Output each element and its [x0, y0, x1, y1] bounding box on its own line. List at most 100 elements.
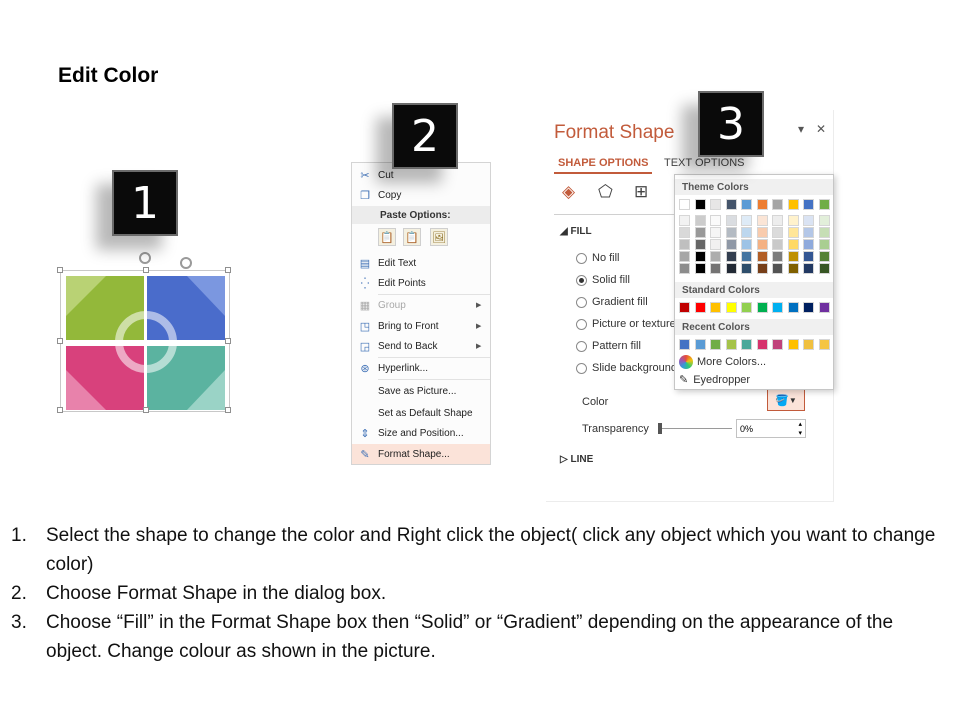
theme-color-swatch[interactable] [818, 215, 830, 226]
recent-color-swatch[interactable] [725, 339, 737, 350]
menu-item-format-shape[interactable]: ✎ Format Shape... [352, 444, 490, 464]
theme-color-swatch[interactable] [710, 227, 721, 238]
resize-handle[interactable] [225, 407, 231, 413]
menu-item-size-and-position[interactable]: ⇕ Size and Position... [352, 423, 490, 443]
theme-color-swatch[interactable] [818, 251, 830, 262]
size-properties-icon[interactable]: ⊞ [634, 182, 648, 202]
recent-color-swatch[interactable] [756, 339, 768, 350]
theme-color-swatch[interactable] [741, 227, 752, 238]
menu-item-hyperlink[interactable]: ⊛ Hyperlink... [352, 358, 490, 378]
effects-icon[interactable]: ⬠ [598, 182, 613, 202]
theme-color-swatch[interactable] [741, 251, 752, 262]
theme-color-swatch[interactable] [787, 215, 799, 226]
theme-color-swatch[interactable] [710, 239, 721, 250]
theme-color-swatch[interactable] [710, 251, 721, 262]
theme-color-swatch[interactable] [756, 251, 768, 262]
recent-color-swatch[interactable] [803, 339, 814, 350]
standard-color-swatch[interactable] [710, 302, 721, 313]
theme-color-swatch[interactable] [725, 215, 737, 226]
eyedropper-button[interactable]: ✎ Eyedropper [679, 373, 750, 387]
theme-color-swatch[interactable] [679, 239, 690, 250]
theme-color-swatch[interactable] [679, 199, 690, 210]
resize-handle[interactable] [225, 267, 231, 273]
theme-color-swatch[interactable] [756, 199, 768, 210]
fill-section-header[interactable]: ◢ FILL [560, 226, 592, 237]
theme-color-swatch[interactable] [710, 263, 721, 274]
shape-group-selection[interactable] [57, 267, 231, 413]
recent-color-swatch[interactable] [818, 339, 830, 350]
theme-color-swatch[interactable] [694, 251, 706, 262]
theme-color-swatch[interactable] [787, 263, 799, 274]
resize-handle[interactable] [225, 338, 231, 344]
rotate-handle-icon[interactable] [180, 257, 192, 269]
pane-options-icon[interactable]: ▾ [798, 122, 804, 136]
menu-item-edit-text[interactable]: ▤ Edit Text [352, 253, 490, 273]
theme-color-swatch[interactable] [772, 215, 783, 226]
theme-color-swatch[interactable] [818, 199, 830, 210]
recent-color-swatch[interactable] [741, 339, 752, 350]
theme-color-swatch[interactable] [772, 199, 783, 210]
theme-color-swatch[interactable] [741, 263, 752, 274]
menu-item-bring-to-front[interactable]: ◳ Bring to Front ▶ [352, 316, 490, 336]
theme-color-swatch[interactable] [787, 227, 799, 238]
standard-color-swatch[interactable] [725, 302, 737, 313]
more-colors-button[interactable]: More Colors... [679, 355, 766, 369]
spinner-icon[interactable]: ▴ ▾ [798, 420, 802, 438]
theme-color-swatch[interactable] [772, 227, 783, 238]
theme-color-swatch[interactable] [803, 199, 814, 210]
slider-thumb[interactable] [658, 423, 662, 434]
standard-color-swatch[interactable] [787, 302, 799, 313]
menu-item-copy[interactable]: ❐ Copy [352, 185, 490, 205]
transparency-slider[interactable] [660, 428, 732, 429]
resize-handle[interactable] [143, 267, 149, 273]
theme-color-swatch[interactable] [725, 251, 737, 262]
theme-color-swatch[interactable] [741, 215, 752, 226]
theme-color-swatch[interactable] [803, 251, 814, 262]
radio-button[interactable] [576, 318, 587, 330]
menu-item-edit-points[interactable]: ⁛ Edit Points [352, 273, 490, 293]
recent-color-swatch[interactable] [772, 339, 783, 350]
standard-color-swatch[interactable] [772, 302, 783, 313]
tab-shape-options[interactable]: SHAPE OPTIONS [558, 157, 648, 169]
fill-color-button[interactable]: 🪣 ▼ [767, 389, 805, 411]
radio-button[interactable] [576, 362, 587, 374]
line-section-header[interactable]: ▷ LINE [560, 454, 593, 465]
theme-color-swatch[interactable] [787, 199, 799, 210]
recent-color-swatch[interactable] [787, 339, 799, 350]
theme-color-swatch[interactable] [725, 199, 737, 210]
radio-button[interactable] [576, 252, 587, 264]
theme-color-swatch[interactable] [694, 239, 706, 250]
menu-item-send-to-back[interactable]: ◲ Send to Back ▶ [352, 336, 490, 356]
paste-keep-source-icon[interactable]: 📋 [378, 228, 396, 246]
theme-color-swatch[interactable] [694, 215, 706, 226]
paste-text-only-icon[interactable]: 📋 [403, 228, 421, 246]
theme-color-swatch[interactable] [694, 199, 706, 210]
standard-color-swatch[interactable] [741, 302, 752, 313]
theme-color-swatch[interactable] [756, 263, 768, 274]
standard-color-swatch[interactable] [679, 302, 690, 313]
resize-handle[interactable] [57, 267, 63, 273]
tab-text-options[interactable]: TEXT OPTIONS [664, 157, 744, 169]
theme-color-swatch[interactable] [787, 251, 799, 262]
theme-color-swatch[interactable] [679, 227, 690, 238]
theme-color-swatch[interactable] [741, 239, 752, 250]
transparency-input[interactable]: 0% ▴ ▾ [736, 419, 806, 438]
theme-color-swatch[interactable] [710, 215, 721, 226]
theme-color-swatch[interactable] [741, 199, 752, 210]
theme-color-swatch[interactable] [679, 215, 690, 226]
theme-color-swatch[interactable] [710, 199, 721, 210]
standard-color-swatch[interactable] [818, 302, 830, 313]
radio-button[interactable] [576, 340, 587, 352]
close-icon[interactable]: ✕ [816, 122, 826, 136]
radio-pattern-fill[interactable]: Pattern fill [576, 340, 641, 352]
theme-color-swatch[interactable] [803, 239, 814, 250]
standard-color-swatch[interactable] [756, 302, 768, 313]
recent-color-swatch[interactable] [694, 339, 706, 350]
menu-item-group[interactable]: ▦ Group ▶ [352, 295, 490, 315]
theme-color-swatch[interactable] [818, 239, 830, 250]
theme-color-swatch[interactable] [772, 239, 783, 250]
theme-color-swatch[interactable] [756, 215, 768, 226]
standard-color-swatch[interactable] [694, 302, 706, 313]
theme-color-swatch[interactable] [679, 263, 690, 274]
resize-handle[interactable] [57, 407, 63, 413]
